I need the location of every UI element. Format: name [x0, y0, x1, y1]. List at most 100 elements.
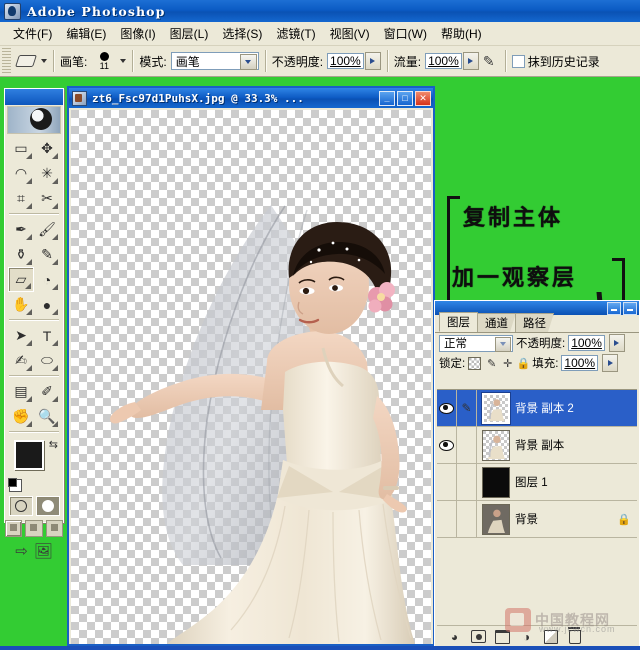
erase-to-history-checkbox[interactable]	[512, 55, 525, 68]
layer-thumbnail[interactable]	[482, 430, 510, 461]
history-brush-tool[interactable]: ✎	[34, 242, 60, 267]
toolbox-title-bar[interactable]	[5, 89, 63, 105]
flow-input[interactable]: 100%	[425, 53, 462, 69]
menu-item-file[interactable]: 文件(F)	[6, 23, 59, 44]
blur-tool[interactable]: ✋	[8, 292, 34, 317]
menu-item-edit[interactable]: 编辑(E)	[59, 23, 113, 44]
foreground-color-swatch[interactable]	[14, 440, 44, 470]
tab-channels[interactable]: 通道	[477, 313, 516, 332]
palette-minimize-button[interactable]	[607, 302, 621, 315]
layer-visibility-toggle[interactable]	[437, 427, 457, 463]
menu-item-window[interactable]: 窗口(W)	[377, 23, 434, 44]
path-selection-tool[interactable]: ➤	[8, 323, 34, 348]
table-row[interactable]: 背景 副本	[437, 427, 637, 464]
zoom-tool[interactable]: 🔍	[34, 404, 60, 429]
lock-image-pixels-icon[interactable]: ✎	[486, 358, 497, 369]
layer-list[interactable]: ✎ 背景 副本 2	[437, 389, 637, 622]
layer-thumbnail[interactable]	[482, 467, 510, 498]
close-button[interactable]: ✕	[415, 91, 431, 106]
notes-tool[interactable]: ▤	[8, 379, 34, 404]
maximize-button[interactable]: □	[397, 91, 413, 106]
palette-tabs: 图层 通道 路径	[435, 315, 639, 333]
standard-screen-mode-button[interactable]	[5, 520, 22, 537]
layer-thumbnail[interactable]	[482, 393, 510, 424]
jump-to-icon[interactable]: 🖼	[34, 542, 53, 560]
lock-position-icon[interactable]: ✛	[502, 358, 513, 369]
adjustment-layer-button[interactable]: ◑	[519, 629, 534, 644]
chevron-down-icon[interactable]	[240, 54, 257, 70]
brush-chevron-down-icon[interactable]	[120, 59, 126, 63]
brush-tool[interactable]: 🖌	[34, 217, 60, 242]
mode-select[interactable]: 画笔	[171, 52, 259, 70]
dodge-tool[interactable]: ●	[34, 292, 60, 317]
layer-link-toggle[interactable]: ✎	[457, 390, 477, 426]
options-bar-grip[interactable]	[2, 48, 11, 75]
table-row[interactable]: ✎ 背景 副本 2	[437, 390, 637, 427]
pen-tool[interactable]: ✍	[8, 348, 34, 373]
layer-style-button[interactable]: ◕	[447, 629, 462, 644]
tab-layers[interactable]: 图层	[439, 312, 478, 332]
menu-item-help[interactable]: 帮助(H)	[434, 23, 489, 44]
tool-preset-chevron-down-icon[interactable]	[41, 59, 47, 63]
default-colors-icon[interactable]	[9, 479, 22, 492]
lasso-tool[interactable]: ◠	[8, 161, 34, 186]
layer-visibility-toggle[interactable]	[437, 390, 457, 426]
delete-layer-button[interactable]	[567, 629, 582, 644]
lock-all-icon[interactable]: 🔒	[518, 358, 529, 369]
palette-close-button[interactable]	[623, 302, 637, 315]
document-title-bar[interactable]: zt6_Fsc97d1PuhsX.jpg @ 33.3% ... _ □ ✕	[69, 88, 433, 108]
quickmask-mode-button[interactable]	[36, 496, 60, 516]
slice-tool[interactable]: ✂	[34, 186, 60, 211]
lock-icons: ✎ ✛ 🔒	[468, 357, 529, 370]
minimize-button[interactable]: _	[379, 91, 395, 106]
jump-to-imageready-icon[interactable]: ⇨	[15, 542, 28, 560]
eraser-tool[interactable]: ▱	[8, 267, 34, 292]
layer-fill-input[interactable]: 100%	[561, 355, 598, 371]
paint-bucket-tool[interactable]: ◔	[34, 267, 60, 292]
menu-item-select[interactable]: 选择(S)	[215, 23, 269, 44]
standard-mode-button[interactable]	[9, 496, 33, 516]
fullscreen-mode-button[interactable]	[46, 520, 63, 537]
menu-item-image[interactable]: 图像(I)	[113, 23, 162, 44]
type-tool[interactable]: T	[34, 323, 60, 348]
layer-opacity-slider-button[interactable]	[609, 334, 625, 352]
layer-fill-slider-button[interactable]	[602, 354, 618, 372]
opacity-slider-button[interactable]	[365, 52, 381, 70]
magic-wand-tool[interactable]: ✳	[34, 161, 60, 186]
chevron-down-icon[interactable]	[495, 337, 511, 352]
eyedropper-tool[interactable]: ✐	[34, 379, 60, 404]
airbrush-icon[interactable]: ✎	[479, 51, 499, 71]
fullscreen-menubar-mode-button[interactable]	[25, 520, 42, 537]
eraser-icon[interactable]	[14, 50, 38, 72]
menu-item-filter[interactable]: 滤镜(T)	[269, 23, 322, 44]
hand-tool[interactable]: ✊	[8, 404, 34, 429]
layer-link-toggle[interactable]	[457, 427, 477, 463]
brush-preview[interactable]: 11	[91, 48, 117, 74]
marquee-tool[interactable]: ▭	[8, 136, 34, 161]
flow-slider-button[interactable]	[463, 52, 479, 70]
new-layer-button[interactable]	[543, 629, 558, 644]
swap-colors-icon[interactable]: ⇆	[49, 438, 58, 451]
layer-visibility-toggle[interactable]	[437, 501, 457, 537]
opacity-input[interactable]: 100%	[327, 53, 364, 69]
add-layer-mask-button[interactable]	[471, 629, 486, 644]
layer-opacity-input[interactable]: 100%	[568, 335, 605, 351]
table-row[interactable]: 背景 🔒	[437, 501, 637, 538]
crop-tool[interactable]: ⌗	[8, 186, 34, 211]
layer-link-toggle[interactable]	[457, 501, 477, 537]
lock-transparent-pixels-icon[interactable]	[468, 357, 481, 370]
new-group-button[interactable]	[495, 629, 510, 644]
shape-tool[interactable]: ⬭	[34, 348, 60, 373]
move-tool[interactable]: ✥	[34, 136, 60, 161]
canvas-area[interactable]	[71, 110, 431, 644]
tab-paths[interactable]: 路径	[515, 313, 554, 332]
healing-brush-tool[interactable]: ✒	[8, 217, 34, 242]
menu-item-view[interactable]: 视图(V)	[323, 23, 377, 44]
layer-visibility-toggle[interactable]	[437, 464, 457, 500]
layer-link-toggle[interactable]	[457, 464, 477, 500]
table-row[interactable]: 图层 1	[437, 464, 637, 501]
clone-stamp-tool[interactable]: ⚱	[8, 242, 34, 267]
blend-mode-select[interactable]: 正常	[439, 335, 513, 352]
menu-item-layer[interactable]: 图层(L)	[163, 23, 216, 44]
layer-thumbnail[interactable]	[482, 504, 510, 535]
